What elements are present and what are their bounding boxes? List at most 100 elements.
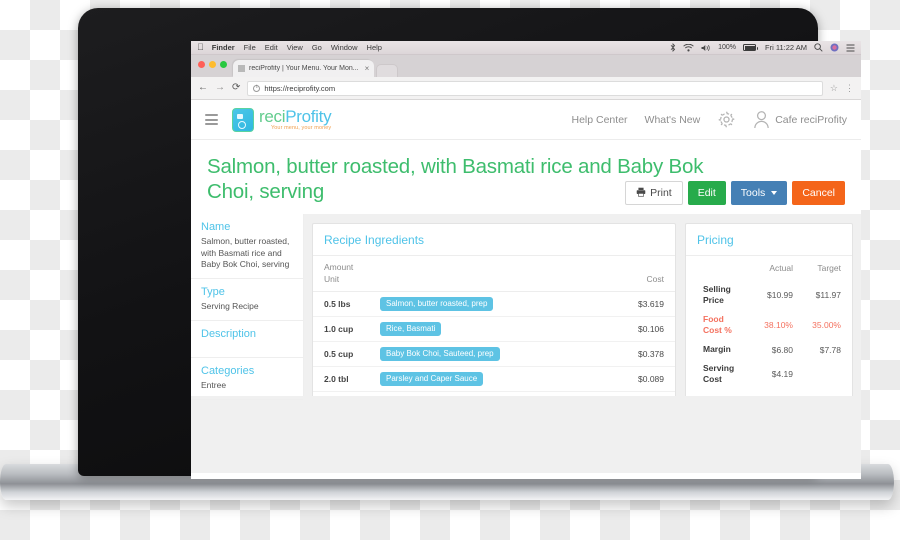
close-window-button[interactable] [198,61,205,68]
sidebar-label-description: Description [201,327,257,340]
sidebar-label-type: Type [201,286,225,299]
ingredient-name-cell: Baby Bok Choi, Sauteed, prep [369,341,617,367]
ingredient-chip[interactable]: Parsley and Caper Sauce [380,371,484,386]
left-column: Recipe Ingredients Amount Unit Cost 0.5 … [312,223,676,396]
spotlight-search-icon[interactable] [814,43,823,52]
maximize-window-button[interactable] [220,61,227,68]
volume-icon[interactable] [701,44,711,52]
browser-tab[interactable]: reciProfity | Your Menu. Your Mon... × [233,60,375,77]
screen:  Finder File Edit View Go Window Help [191,41,861,479]
recipe-ingredients-title: Recipe Ingredients [313,224,675,256]
ingredient-chip[interactable]: Salmon, butter roasted, prep [380,296,494,311]
menu-item-window[interactable]: Window [331,43,358,52]
logo-text-reci: reci [259,106,286,126]
browser-menu-icon[interactable]: ⋮ [845,83,854,94]
nav-help-center[interactable]: Help Center [572,114,628,126]
wifi-icon[interactable] [683,43,694,52]
nav-whats-new[interactable]: What's New [645,114,701,126]
menu-item-finder[interactable]: Finder [212,43,235,52]
pricing-target: $7.78 [819,344,841,355]
account-menu[interactable]: Cafe reciProfity [753,110,847,129]
ingredients-total-row: Total $4.192 [313,391,675,396]
app-header: reciProfity Your menu, your money Help C… [191,100,861,140]
menu-item-view[interactable]: View [287,43,303,52]
tab-favicon [238,65,245,72]
app-page: reciProfity Your menu, your money Help C… [191,100,861,473]
window-traffic-lights [198,61,227,68]
right-column: Pricing Actual Target Selling Price $10.… [685,223,853,396]
sidebar-value-categories: Entree [201,379,227,390]
pricing-card: Pricing Actual Target Selling Price $10.… [685,223,853,396]
pricing-target [793,359,841,389]
printer-icon [636,187,646,200]
siri-icon[interactable] [830,43,839,52]
sidebar-section-name[interactable]: Name Salmon, butter roasted, with Basmat… [191,214,303,280]
laptop-lid: MacBook  Finder File Edit View Go Windo… [78,8,861,479]
forward-button[interactable]: → [215,83,225,93]
pricing-header-target: Target [817,263,841,273]
menu-bar-clock[interactable]: Fri 11:22 AM [765,43,807,52]
pricing-actual: $10.99 [767,290,793,301]
pricing-label: Serving Cost [703,363,735,385]
new-tab-button[interactable] [376,64,399,77]
sidebar-label-name: Name [201,221,231,233]
pricing-row-food-cost-pct: Food Cost % 38.10% 35.00% [697,310,841,340]
ingredients-header-cost: Cost [617,256,675,292]
battery-icon[interactable] [743,44,759,51]
ingredient-amount: 0.5 cup [313,341,369,367]
notification-center-icon[interactable] [846,44,855,52]
pricing-header-blank [697,256,745,280]
pricing-row-selling-price: Selling Price $10.99 $11.97 [697,280,841,310]
logo-wordmark: reciProfity Your menu, your money [259,106,332,132]
print-button[interactable]: Print [625,181,683,205]
close-icon[interactable]: × [365,64,370,73]
bluetooth-icon[interactable] [670,43,676,52]
table-row[interactable]: 2.0 tbl Parsley and Caper Sauce $0.089 [313,366,675,392]
reload-button[interactable]: ⟳ [232,83,240,93]
ingredient-name-cell: Rice, Basmati [369,316,617,342]
tools-button[interactable]: Tools [730,181,788,205]
ingredient-chip[interactable]: Baby Bok Choi, Sauteed, prep [380,346,500,361]
pricing-row-margin: Margin $6.80 $7.78 [697,340,841,359]
menu-item-help[interactable]: Help [367,43,382,52]
tab-title: reciProfity | Your Menu. Your Mon... [249,65,359,72]
bookmark-star-icon[interactable]: ☆ [830,83,838,94]
sidebar-section-categories[interactable]: Categories Entree [191,358,303,400]
header-amount-label: Amount [324,262,354,272]
edit-button[interactable]: Edit [687,181,726,205]
macos-menu-bar:  Finder File Edit View Go Window Help [191,41,861,55]
pricing-label: Selling Price [703,284,731,306]
battery-percent: 100% [718,44,737,51]
apple-icon[interactable]:  [197,43,204,52]
menu-item-file[interactable]: File [244,43,256,52]
main-content: Recipe Ingredients Amount Unit Cost 0.5 … [304,214,861,396]
menu-item-edit[interactable]: Edit [265,43,278,52]
app-logo[interactable]: reciProfity Your menu, your money [232,106,332,132]
minimize-window-button[interactable] [209,61,216,68]
pricing-label: Margin [703,344,731,355]
browser-tab-strip: reciProfity | Your Menu. Your Mon... × [191,55,861,77]
sidebar-section-type[interactable]: Type Serving Recipe [191,279,303,321]
site-info-icon[interactable]: i [253,84,261,92]
back-button[interactable]: ← [198,83,208,93]
pricing-row-serving-cost: Serving Cost $4.19 [697,359,841,389]
pricing-header-actual: Actual [769,263,793,273]
chevron-down-icon [771,191,778,195]
ingredients-table: Amount Unit Cost 0.5 lbs Salmon, butter … [313,256,675,396]
table-row[interactable]: 0.5 cup Baby Bok Choi, Sauteed, prep $0.… [313,341,675,367]
logo-tagline: Your menu, your money [270,124,332,131]
ingredient-amount: 0.5 lbs [313,291,369,317]
tools-button-label: Tools [740,187,766,199]
address-bar[interactable]: i https://reciprofity.com [247,80,823,96]
sidebar-section-description[interactable]: Description [191,321,303,358]
cancel-button[interactable]: Cancel [792,181,845,205]
gear-icon[interactable] [717,110,736,129]
total-spacer [313,391,369,396]
table-row[interactable]: 0.5 lbs Salmon, butter roasted, prep $3.… [313,291,675,317]
menu-item-go[interactable]: Go [312,43,322,52]
ingredient-chip[interactable]: Rice, Basmati [380,321,442,336]
hamburger-icon[interactable] [205,114,218,125]
total-value: $4.192 [617,391,675,396]
user-icon [753,110,770,129]
table-row[interactable]: 1.0 cup Rice, Basmati $0.106 [313,316,675,342]
